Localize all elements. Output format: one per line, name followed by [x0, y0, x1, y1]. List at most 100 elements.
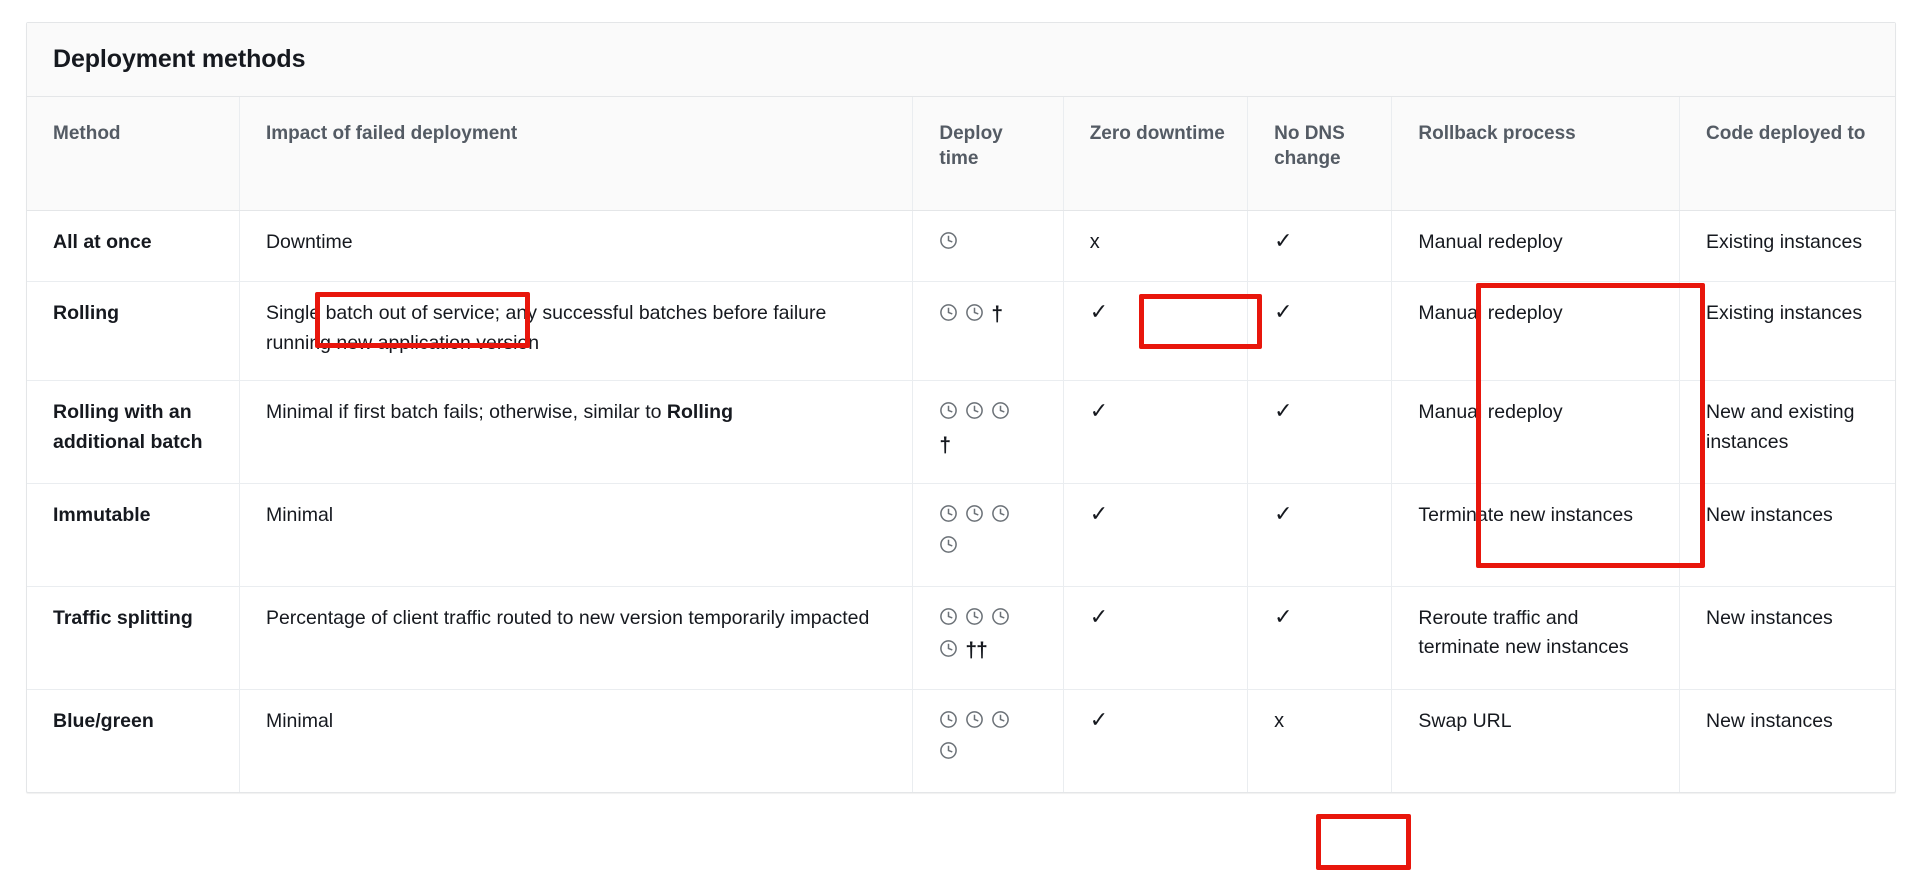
cell-impact: Minimal: [239, 689, 914, 792]
cell-deploy-time: ††: [912, 586, 1064, 691]
cell-rollback-process: Reroute traffic and terminate new instan…: [1391, 586, 1680, 691]
cell-impact: Minimal if first batch fails; otherwise,…: [239, 380, 914, 485]
cell-code-deployed-to: New instances: [1706, 710, 1833, 733]
cell-zero-downtime: ✓: [1063, 380, 1249, 485]
clock-icon: [939, 638, 958, 667]
impact-text: Single batch out of service; any success…: [265, 302, 827, 354]
cell-no-dns-change: ✓: [1247, 281, 1393, 382]
cell-no-dns-change: ✓: [1247, 380, 1393, 485]
check-mark-icon: ✓: [1089, 707, 1109, 733]
clock-icon: [965, 709, 984, 738]
cell-rollback-process: Manual redeploy: [1391, 210, 1680, 283]
impact-text: Downtime: [265, 230, 353, 253]
clock-icon: [939, 709, 958, 738]
cell-rollback-process: Manual redeploy: [1391, 281, 1680, 382]
impact-text: Minimal: [265, 710, 334, 733]
dagger-footnote-marker: ††: [965, 638, 987, 662]
check-mark-icon: ✓: [1274, 227, 1293, 253]
cell-impact: Single batch out of service; any success…: [239, 281, 914, 382]
cell-deploy-time: [912, 483, 1064, 587]
cell-impact: Minimal: [239, 483, 914, 587]
cell-no-dns-change: ✓: [1247, 210, 1393, 283]
table-header: Method Impact of failed deployment Deplo…: [27, 97, 1895, 211]
cell-impact: Percentage of client traffic routed to n…: [239, 586, 914, 691]
column-header-impact: Impact of failed deployment: [239, 97, 914, 211]
page-root: Deployment methods Method Impact of fail…: [0, 0, 1920, 884]
cell-method: Rolling with an additional batch: [27, 380, 240, 485]
column-header-code-deployed-to: Code deployed to: [1679, 97, 1895, 211]
highlight-no-dns-blue-green: [1316, 814, 1411, 870]
cell-code-deployed-to: New and existing instances: [1679, 380, 1895, 485]
clock-icon: [991, 709, 1010, 738]
check-mark-icon: ✓: [1089, 603, 1109, 629]
cell-code-deployed-to: Existing instances: [1679, 281, 1895, 382]
column-header-method: Method: [27, 97, 240, 211]
cell-no-dns-change: x: [1247, 689, 1393, 792]
impact-text: Percentage of client traffic routed to n…: [265, 606, 870, 629]
clock-icon: [939, 606, 958, 635]
cell-impact: Downtime: [239, 210, 914, 283]
x-mark-icon: x: [1089, 230, 1100, 253]
cell-rollback-process: Manual redeploy: [1391, 380, 1680, 485]
cell-method: Immutable: [27, 483, 240, 587]
clock-icon: [939, 534, 958, 563]
clock-icon: [991, 606, 1010, 635]
check-mark-icon: ✓: [1089, 398, 1109, 424]
column-header-rollback-process: Rollback process: [1391, 97, 1680, 211]
cell-code-deployed-to: New instances: [1679, 483, 1895, 587]
clock-icon: [991, 503, 1010, 532]
check-mark-icon: ✓: [1274, 603, 1293, 629]
column-header-no-dns-change: No DNS change: [1247, 97, 1393, 211]
cell-deploy-time: †: [912, 281, 1064, 382]
cell-no-dns-change: ✓: [1247, 586, 1393, 691]
clock-icon: [939, 302, 958, 331]
cell-zero-downtime: x: [1063, 210, 1249, 283]
dagger-footnote-marker: †: [991, 303, 1003, 327]
clock-icon: [965, 503, 984, 532]
page-title: Deployment methods: [53, 45, 306, 73]
check-mark-icon: ✓: [1089, 501, 1109, 527]
table-row: Traffic splitting Percentage of client tr…: [27, 586, 1895, 691]
check-mark-icon: ✓: [1274, 398, 1293, 424]
impact-text: Minimal if first batch fails; otherwise,…: [265, 401, 667, 424]
clock-icon: [991, 400, 1010, 429]
clock-icon: [939, 230, 958, 259]
deployment-methods-panel: Deployment methods Method Impact of fail…: [26, 22, 1896, 870]
table-header-row: Method Impact of failed deployment Deplo…: [27, 97, 1895, 211]
table-row: Blue/green Minimal ✓ x Swap URL New instances: [27, 689, 1895, 792]
clock-icon: [965, 302, 984, 331]
impact-text: Minimal: [265, 504, 334, 527]
check-mark-icon: ✓: [1089, 299, 1109, 325]
cell-method: All at once: [27, 210, 240, 283]
clock-icon: [965, 606, 984, 635]
check-mark-icon: ✓: [1274, 299, 1293, 325]
cell-no-dns-change: ✓: [1247, 483, 1393, 587]
column-header-zero-downtime: Zero downtime: [1063, 97, 1249, 211]
cell-code-deployed-to: Existing instances: [1679, 210, 1895, 283]
table-body: All at once Downtime x ✓ Manual redeploy Exis…: [27, 210, 1895, 792]
clock-icon: [939, 400, 958, 429]
cell-deploy-time: †: [912, 380, 1064, 485]
clock-icon: [939, 740, 958, 769]
column-header-deploy-time: Deploy time: [912, 97, 1064, 211]
x-mark-icon: x: [1274, 710, 1285, 733]
cell-code-deployed-to: New instances: [1679, 586, 1895, 691]
cell-rollback-process: Swap URL: [1391, 689, 1680, 792]
deployment-methods-table: Method Impact of failed deployment Deplo…: [27, 97, 1895, 792]
cell-zero-downtime: ✓: [1063, 483, 1249, 587]
clock-icon: [939, 503, 958, 532]
cell-zero-downtime: ✓: [1063, 586, 1249, 691]
cell-method: Blue/green: [27, 689, 240, 792]
clock-icon: [965, 400, 984, 429]
cell-deploy-time: [912, 689, 1064, 792]
dagger-footnote-marker: †: [939, 433, 951, 457]
cell-method: Traffic splitting: [27, 586, 240, 691]
panel-header: Deployment methods: [27, 23, 1895, 97]
cell-deploy-time: [912, 210, 1064, 283]
cell-method: Rolling: [27, 281, 240, 382]
check-mark-icon: ✓: [1274, 501, 1293, 527]
cell-rollback-process: Terminate new instances: [1391, 483, 1680, 587]
table-row: Rolling Single batch out of service; any …: [27, 281, 1895, 382]
cell-zero-downtime: ✓: [1063, 689, 1249, 792]
table-row: All at once Downtime x ✓ Manual redeploy Exis…: [27, 210, 1895, 283]
